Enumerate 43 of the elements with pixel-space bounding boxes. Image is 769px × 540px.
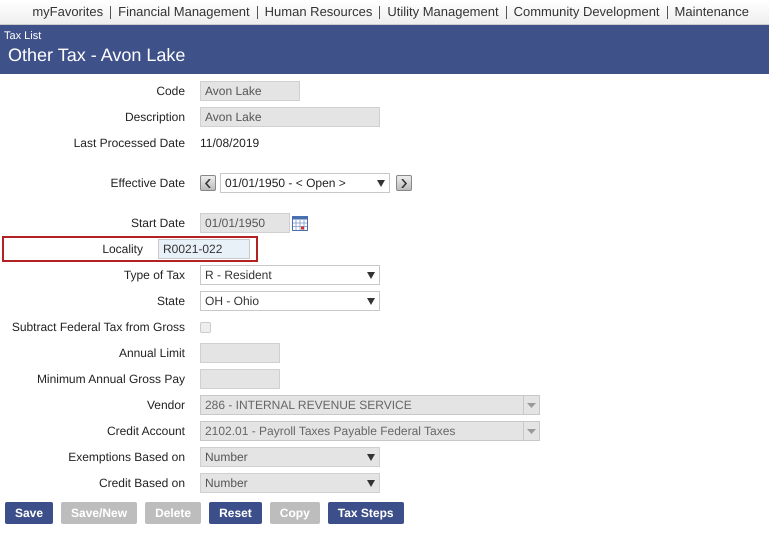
menu-link[interactable]: Financial Management xyxy=(118,2,250,22)
field-label: State xyxy=(156,293,185,310)
dropdown-arrow-icon xyxy=(367,272,375,278)
breadcrumb[interactable]: Tax List xyxy=(4,30,42,43)
field-label: Vendor xyxy=(146,397,185,414)
dropdown-arrow-icon xyxy=(527,428,536,434)
field-label: Description xyxy=(124,109,185,126)
action-button[interactable]: Reset xyxy=(209,502,262,524)
menu-link[interactable]: Human Resources xyxy=(264,2,372,22)
field-value: 11/08/2019 xyxy=(200,135,260,152)
dropdown-arrow-icon xyxy=(367,454,375,460)
dropdown-arrow-icon xyxy=(367,298,375,304)
field-label: Credit Account xyxy=(106,423,185,440)
field-label: Last Processed Date xyxy=(74,135,185,152)
field-label: Type of Tax xyxy=(124,267,185,284)
menu-link[interactable]: Community Development xyxy=(514,2,660,22)
next-button[interactable] xyxy=(396,175,412,191)
field-label: Start Date xyxy=(130,215,185,232)
field-label: Credit Based on xyxy=(98,475,185,492)
action-button[interactable]: Tax Steps xyxy=(328,502,404,524)
field-label: Minimum Annual Gross Pay xyxy=(36,371,185,388)
previous-button[interactable] xyxy=(200,175,216,191)
field-label: Subtract Federal Tax from Gross xyxy=(12,319,185,336)
field-label: Code xyxy=(156,83,185,100)
dropdown-select[interactable]: OH - Ohio xyxy=(200,291,380,311)
action-button[interactable]: Save xyxy=(5,502,54,524)
chevron-right-icon xyxy=(400,178,408,188)
chevron-left-icon xyxy=(204,178,212,188)
dropdown-arrow-icon xyxy=(527,402,536,408)
menu-link[interactable]: Utility Management xyxy=(387,2,499,22)
calendar-icon[interactable] xyxy=(292,215,308,231)
dropdown-arrow-icon xyxy=(377,180,385,186)
page-title: Other Tax - Avon Lake xyxy=(7,44,186,67)
text-input[interactable]: R0021-022 xyxy=(158,239,250,259)
field-label: Locality xyxy=(102,241,143,258)
field-label: Effective Date xyxy=(110,175,185,192)
effective-date-select[interactable]: 01/01/1950 - < Open > xyxy=(220,173,390,193)
field-label: Exemptions Based on xyxy=(68,449,185,466)
menu-link[interactable]: myFavorites xyxy=(32,2,104,22)
dropdown-select[interactable]: R - Resident xyxy=(200,265,380,285)
menu-link[interactable]: Maintenance xyxy=(674,2,749,22)
field-label: Annual Limit xyxy=(118,345,185,362)
dropdown-arrow-icon xyxy=(367,480,375,486)
